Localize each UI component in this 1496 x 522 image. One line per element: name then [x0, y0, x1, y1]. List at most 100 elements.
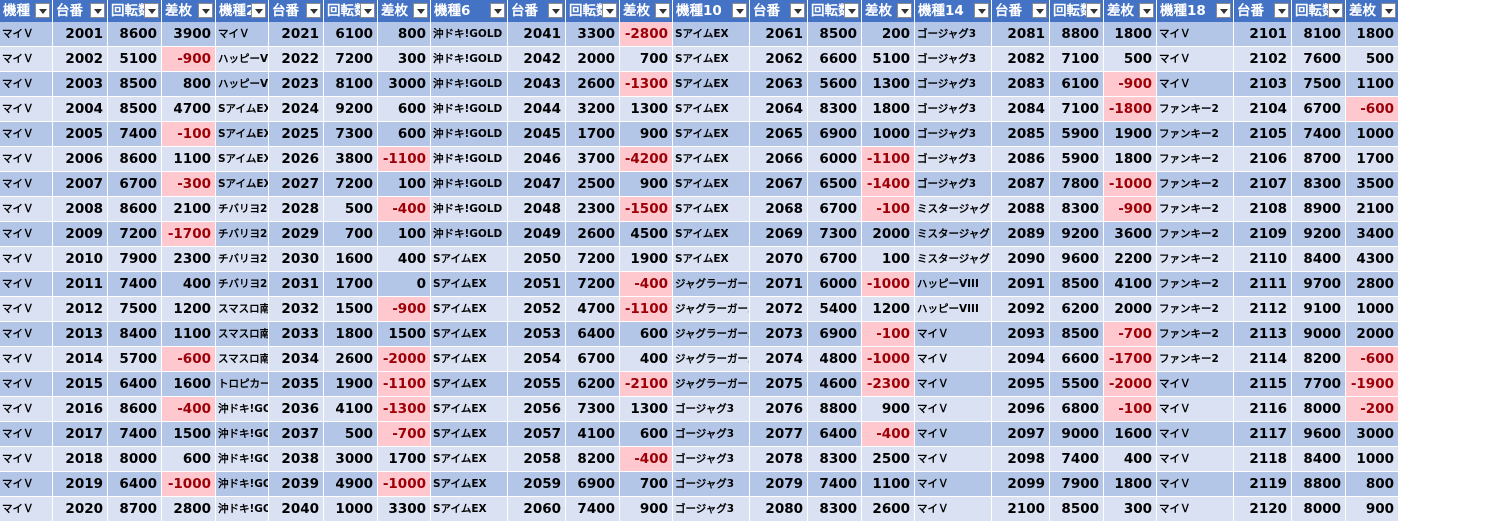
column-header-diff-1[interactable]: 差枚 [378, 0, 431, 22]
chevron-down-icon[interactable] [1274, 3, 1289, 18]
cell-model[interactable]: SアイムEX [431, 497, 508, 522]
cell-spins[interactable]: 8000 [1292, 397, 1346, 422]
cell-spins[interactable]: 4100 [566, 422, 620, 447]
cell-diff[interactable]: 2600 [862, 497, 915, 522]
cell-model[interactable]: マイＶ [0, 422, 53, 447]
column-header-spins-4[interactable]: 回転数 [1050, 0, 1104, 22]
cell-spins[interactable]: 7400 [108, 272, 162, 297]
cell-spins[interactable]: 3700 [566, 147, 620, 172]
cell-diff[interactable]: -2000 [1104, 372, 1157, 397]
cell-spins[interactable]: 6200 [1050, 297, 1104, 322]
cell-unit[interactable]: 2102 [1234, 47, 1292, 72]
cell-unit[interactable]: 2034 [269, 347, 324, 372]
cell-diff[interactable]: 900 [620, 172, 673, 197]
cell-model[interactable]: マイＶ [1157, 447, 1234, 472]
cell-spins[interactable]: 7400 [108, 122, 162, 147]
cell-unit[interactable]: 2005 [53, 122, 108, 147]
cell-diff[interactable]: -600 [1346, 97, 1399, 122]
cell-model[interactable]: SアイムEX [431, 322, 508, 347]
cell-model[interactable]: マイＶ [1157, 422, 1234, 447]
chevron-down-icon[interactable] [360, 3, 375, 18]
cell-diff[interactable]: 900 [620, 497, 673, 522]
cell-unit[interactable]: 2060 [508, 497, 566, 522]
cell-model[interactable]: SアイムEX [216, 122, 269, 147]
cell-model[interactable]: 沖ドキ!GOLD [431, 122, 508, 147]
cell-unit[interactable]: 2043 [508, 72, 566, 97]
cell-model[interactable]: ファンキー2 [1157, 347, 1234, 372]
cell-diff[interactable]: 1900 [1104, 122, 1157, 147]
cell-unit[interactable]: 2077 [750, 422, 808, 447]
cell-unit[interactable]: 2108 [1234, 197, 1292, 222]
cell-spins[interactable]: 8600 [108, 147, 162, 172]
cell-model[interactable]: チバリヨ2 [216, 272, 269, 297]
cell-diff[interactable]: 3500 [1346, 172, 1399, 197]
cell-model[interactable]: マイＶ [0, 72, 53, 97]
cell-diff[interactable]: -400 [862, 422, 915, 447]
cell-spins[interactable]: 7900 [108, 247, 162, 272]
cell-unit[interactable]: 2064 [750, 97, 808, 122]
cell-spins[interactable]: 9000 [1050, 422, 1104, 447]
cell-spins[interactable]: 8300 [808, 97, 862, 122]
cell-diff[interactable]: 1100 [1346, 72, 1399, 97]
chevron-down-icon[interactable] [844, 3, 859, 18]
cell-spins[interactable]: 5600 [808, 72, 862, 97]
cell-model[interactable]: マイＶ [915, 472, 992, 497]
cell-unit[interactable]: 2029 [269, 222, 324, 247]
cell-unit[interactable]: 2083 [992, 72, 1050, 97]
cell-spins[interactable]: 7300 [808, 222, 862, 247]
cell-model[interactable]: マイＶ [915, 447, 992, 472]
cell-unit[interactable]: 2012 [53, 297, 108, 322]
column-header-model-5[interactable]: 機種18 [1157, 0, 1234, 22]
cell-diff[interactable]: -1300 [378, 397, 431, 422]
cell-model[interactable]: SアイムEX [673, 222, 750, 247]
cell-model[interactable]: ファンキー2 [1157, 147, 1234, 172]
cell-spins[interactable]: 5900 [1050, 122, 1104, 147]
cell-unit[interactable]: 2110 [1234, 247, 1292, 272]
cell-unit[interactable]: 2033 [269, 322, 324, 347]
cell-spins[interactable]: 7400 [108, 422, 162, 447]
chevron-down-icon[interactable] [306, 3, 321, 18]
chevron-down-icon[interactable] [1381, 3, 1396, 18]
cell-diff[interactable]: 1500 [162, 422, 216, 447]
cell-unit[interactable]: 2084 [992, 97, 1050, 122]
cell-model[interactable]: スマスロ南国育ち [216, 347, 269, 372]
cell-diff[interactable]: -100 [162, 122, 216, 147]
cell-spins[interactable]: 6700 [808, 247, 862, 272]
cell-model[interactable]: マイＶ [915, 397, 992, 422]
cell-model[interactable]: ファンキー2 [1157, 172, 1234, 197]
cell-diff[interactable]: 600 [162, 447, 216, 472]
cell-spins[interactable]: 4800 [808, 347, 862, 372]
cell-model[interactable]: ファンキー2 [1157, 197, 1234, 222]
cell-diff[interactable]: -1100 [620, 297, 673, 322]
cell-diff[interactable]: -900 [378, 297, 431, 322]
chevron-down-icon[interactable] [144, 3, 159, 18]
cell-spins[interactable]: 7100 [1050, 47, 1104, 72]
cell-unit[interactable]: 2032 [269, 297, 324, 322]
cell-diff[interactable]: 4500 [620, 222, 673, 247]
cell-diff[interactable]: 800 [162, 72, 216, 97]
cell-model[interactable]: SアイムEX [673, 197, 750, 222]
cell-diff[interactable]: 700 [620, 472, 673, 497]
cell-unit[interactable]: 2047 [508, 172, 566, 197]
cell-diff[interactable]: -1000 [862, 347, 915, 372]
cell-unit[interactable]: 2024 [269, 97, 324, 122]
cell-model[interactable]: マイＶ [0, 372, 53, 397]
cell-spins[interactable]: 6400 [808, 422, 862, 447]
cell-unit[interactable]: 2069 [750, 222, 808, 247]
cell-diff[interactable]: 800 [1346, 472, 1399, 497]
cell-diff[interactable]: -900 [1104, 72, 1157, 97]
cell-spins[interactable]: 7400 [808, 472, 862, 497]
cell-unit[interactable]: 2080 [750, 497, 808, 522]
cell-diff[interactable]: -700 [1104, 322, 1157, 347]
column-header-unit-2[interactable]: 台番 [508, 0, 566, 22]
cell-unit[interactable]: 2010 [53, 247, 108, 272]
cell-unit[interactable]: 2063 [750, 72, 808, 97]
cell-diff[interactable]: 300 [1104, 497, 1157, 522]
cell-diff[interactable]: 1100 [862, 472, 915, 497]
cell-model[interactable]: チバリヨ2 [216, 222, 269, 247]
cell-unit[interactable]: 2036 [269, 397, 324, 422]
chevron-down-icon[interactable] [1216, 3, 1231, 18]
cell-model[interactable]: ジャグラーガール [673, 322, 750, 347]
cell-diff[interactable]: 2100 [1346, 197, 1399, 222]
cell-spins[interactable]: 2500 [566, 172, 620, 197]
